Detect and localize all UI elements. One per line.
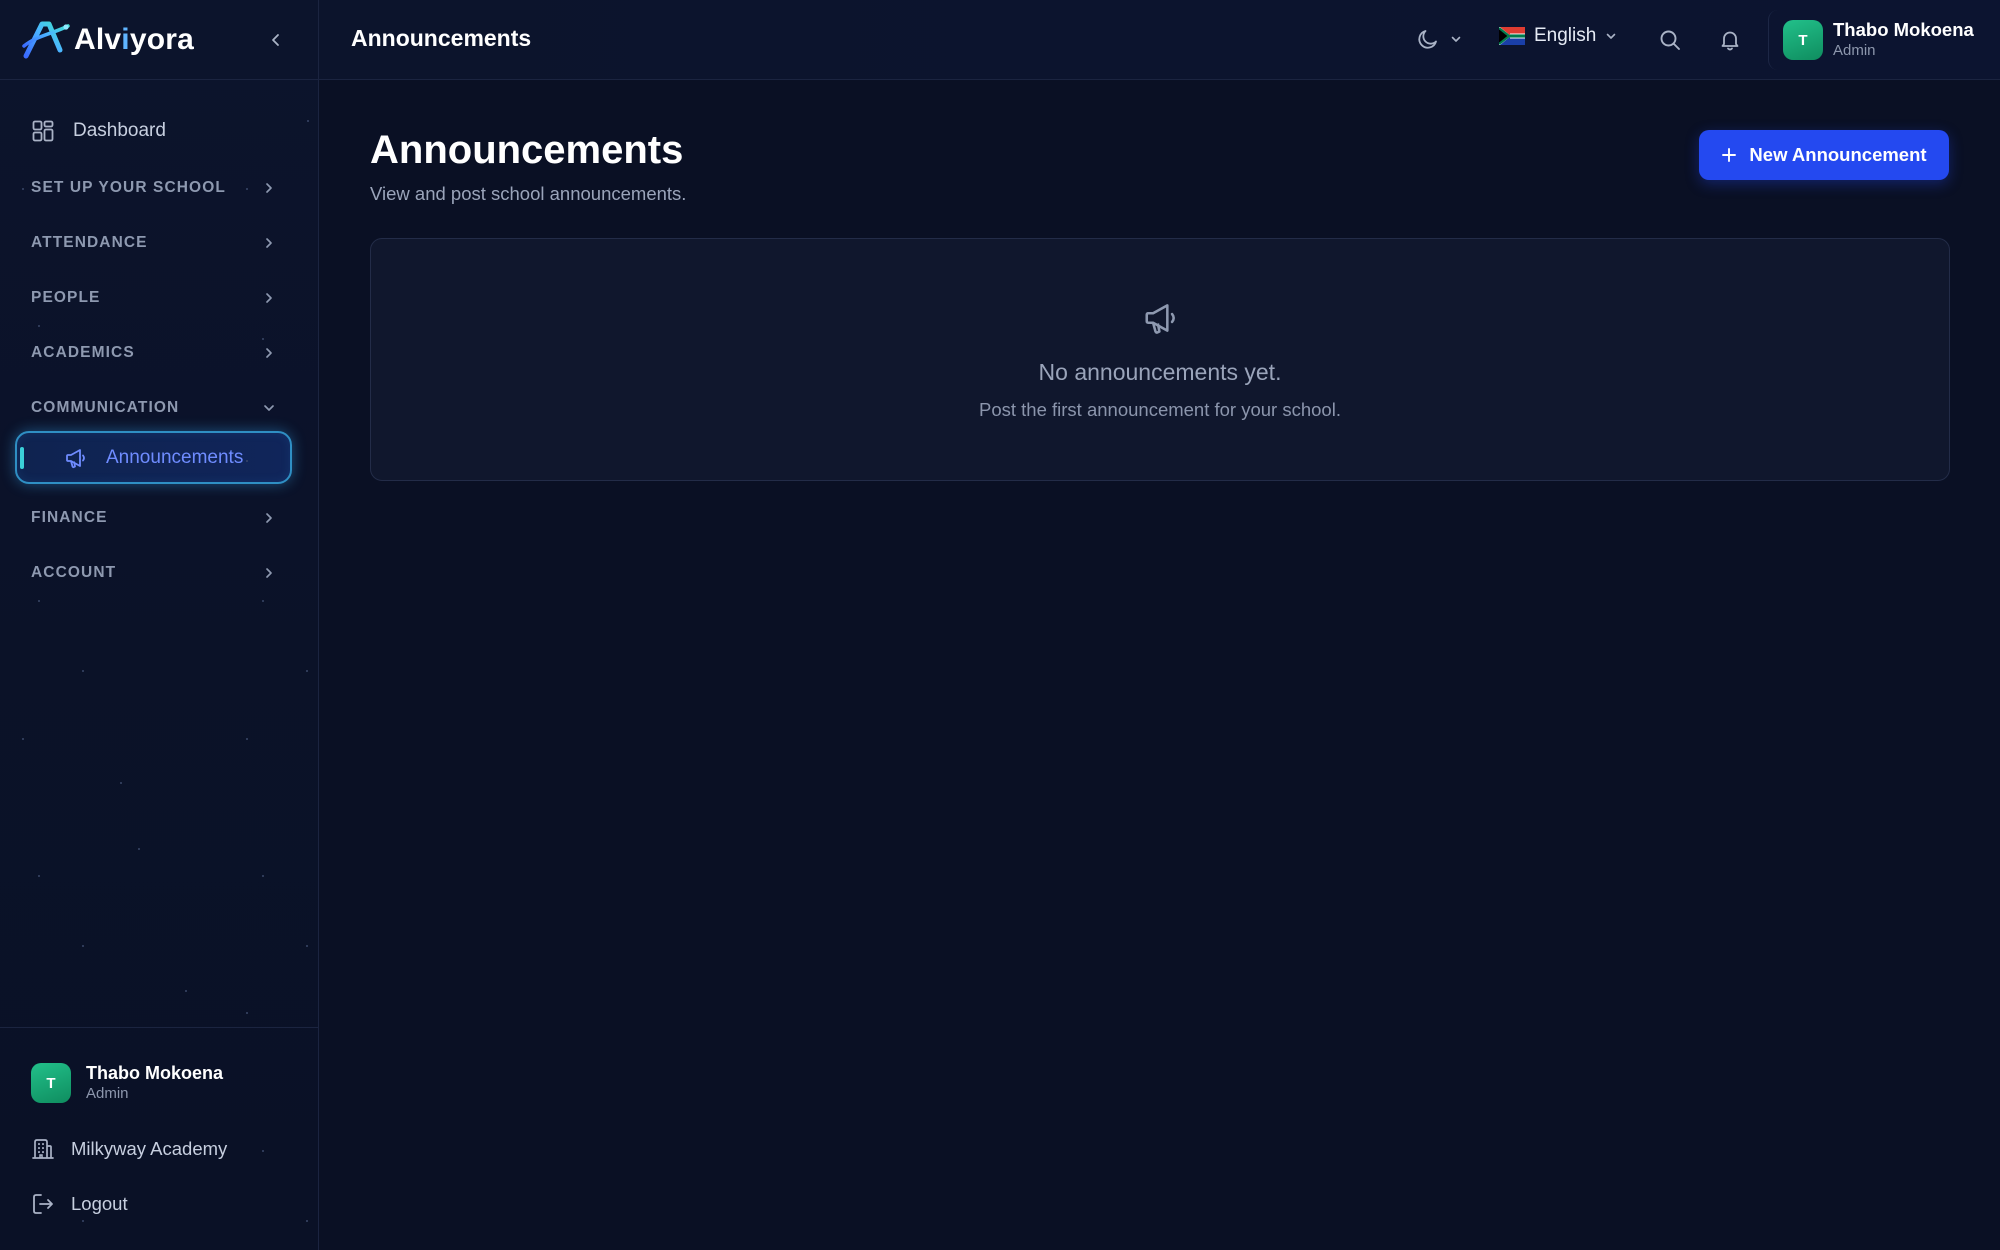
app-root: Alviyora Dashboard SET UP YOUR SCHOOL AT… [0, 0, 2000, 1250]
star-dot [138, 848, 140, 850]
plus-icon [1722, 148, 1737, 162]
chevron-left-icon [272, 34, 279, 46]
school-name: Milkyway Academy [71, 1138, 228, 1159]
sidebar-user-info: Thabo Mokoena Admin [86, 1062, 223, 1104]
star-dot [246, 1012, 248, 1014]
main-area: Announcements English T Thabo Mokoena Ad… [319, 0, 2000, 1250]
school-link[interactable]: Milkyway Academy [31, 1137, 227, 1161]
sidebar-section-label: PEOPLE [31, 289, 101, 306]
sidebar-section-academics[interactable]: ACADEMICS [31, 338, 276, 368]
logout-icon [33, 1194, 53, 1214]
page-subtitle: View and post school announcements. [370, 183, 687, 204]
empty-state-card: No announcements yet. Post the first ann… [370, 238, 1950, 481]
chevron-down-icon [1607, 33, 1616, 39]
collapse-sidebar-button[interactable] [262, 26, 290, 54]
chevron-right-icon [266, 513, 272, 523]
notifications-button[interactable] [1716, 26, 1744, 54]
sidebar-section-label: ACADEMICS [31, 344, 135, 361]
avatar: T [1783, 20, 1823, 60]
brand-logo[interactable]: Alviyora [22, 20, 194, 60]
star-dot [306, 945, 308, 947]
avatar: T [31, 1063, 71, 1103]
header-user-info: Thabo Mokoena Admin [1833, 19, 1974, 61]
star-dot [82, 670, 84, 672]
language-selector[interactable]: English [1499, 25, 1617, 47]
chevron-down-icon [1451, 36, 1461, 42]
sidebar-section-label: ACCOUNT [31, 564, 117, 581]
header-user-menu[interactable]: T Thabo Mokoena Admin [1768, 10, 2000, 70]
new-announcement-button[interactable]: New Announcement [1699, 130, 1949, 180]
star-dot [38, 875, 40, 877]
sidebar-section-people[interactable]: PEOPLE [31, 283, 276, 313]
sidebar-item-dashboard[interactable]: Dashboard [31, 116, 166, 146]
megaphone-icon [66, 448, 85, 468]
sidebar-section-label: SET UP YOUR SCHOOL [31, 179, 226, 196]
user-name: Thabo Mokoena [86, 1063, 224, 1083]
chevron-right-icon [266, 183, 272, 193]
star-dot [38, 325, 40, 327]
sidebar-section-attendance[interactable]: ATTENDANCE [31, 228, 276, 258]
star-dot [22, 188, 24, 190]
sidebar: Alviyora Dashboard SET UP YOUR SCHOOL AT… [0, 0, 319, 1250]
sidebar-user[interactable]: T Thabo Mokoena Admin [31, 1062, 223, 1104]
star-dot [262, 600, 264, 602]
star-dot [38, 600, 40, 602]
star-dot [262, 338, 264, 340]
user-role: Admin [86, 1085, 129, 1102]
megaphone-icon [1145, 304, 1175, 334]
new-announcement-label: New Announcement [1749, 144, 1927, 165]
sidebar-section-setup[interactable]: SET UP YOUR SCHOOL [31, 173, 276, 203]
bell-icon [1721, 31, 1739, 51]
star-dot [246, 738, 248, 740]
star-dot [246, 460, 248, 462]
active-indicator [20, 447, 24, 469]
star-dot [185, 990, 187, 992]
sidebar-item-label: Announcements [106, 446, 244, 468]
brand-name: Alviyora [74, 22, 195, 56]
star-dot [82, 945, 84, 947]
sidebar-footer: T Thabo Mokoena Admin Milkyway Academy L… [0, 1027, 319, 1250]
chevron-right-icon [266, 238, 272, 248]
sidebar-section-communication[interactable]: COMMUNICATION [31, 393, 276, 423]
sidebar-header: Alviyora [0, 0, 318, 80]
empty-state-title: No announcements yet. [1038, 359, 1282, 385]
sidebar-section-label: COMMUNICATION [31, 399, 180, 416]
sidebar-section-account[interactable]: ACCOUNT [31, 558, 276, 588]
sidebar-section-label: FINANCE [31, 509, 108, 526]
star-dot [246, 188, 248, 190]
empty-state-subtitle: Post the first announcement for your sch… [979, 399, 1341, 420]
logout-button[interactable]: Logout [31, 1192, 128, 1216]
chevron-right-icon [266, 568, 272, 578]
brand-logo-icon [22, 21, 70, 58]
search-icon [1660, 30, 1680, 50]
star-dot [262, 875, 264, 877]
moon-icon [1418, 30, 1437, 49]
theme-toggle[interactable] [1416, 27, 1462, 51]
sidebar-item-announcements[interactable]: Announcements [15, 431, 292, 484]
star-dot [120, 782, 122, 784]
sidebar-section-label: ATTENDANCE [31, 234, 148, 251]
star-dot [22, 738, 24, 740]
user-name: Thabo Mokoena [1833, 19, 1974, 40]
star-dot [307, 120, 309, 122]
chevron-down-icon [264, 405, 274, 411]
building-icon [32, 1139, 54, 1159]
top-bar: Announcements English T Thabo Mokoena Ad… [319, 0, 2000, 80]
logout-label: Logout [71, 1193, 128, 1214]
user-role: Admin [1833, 42, 1876, 59]
search-button[interactable] [1656, 26, 1684, 54]
sidebar-item-label: Dashboard [73, 120, 166, 141]
chevron-right-icon [266, 348, 272, 358]
dashboard-grid-icon [32, 120, 54, 142]
star-dot [306, 670, 308, 672]
header-title: Announcements [351, 25, 532, 51]
language-label: English [1534, 25, 1597, 46]
south-africa-flag-icon [1499, 27, 1525, 45]
page-title: Announcements [370, 128, 684, 172]
sidebar-section-finance[interactable]: FINANCE [31, 503, 276, 533]
chevron-right-icon [266, 293, 272, 303]
